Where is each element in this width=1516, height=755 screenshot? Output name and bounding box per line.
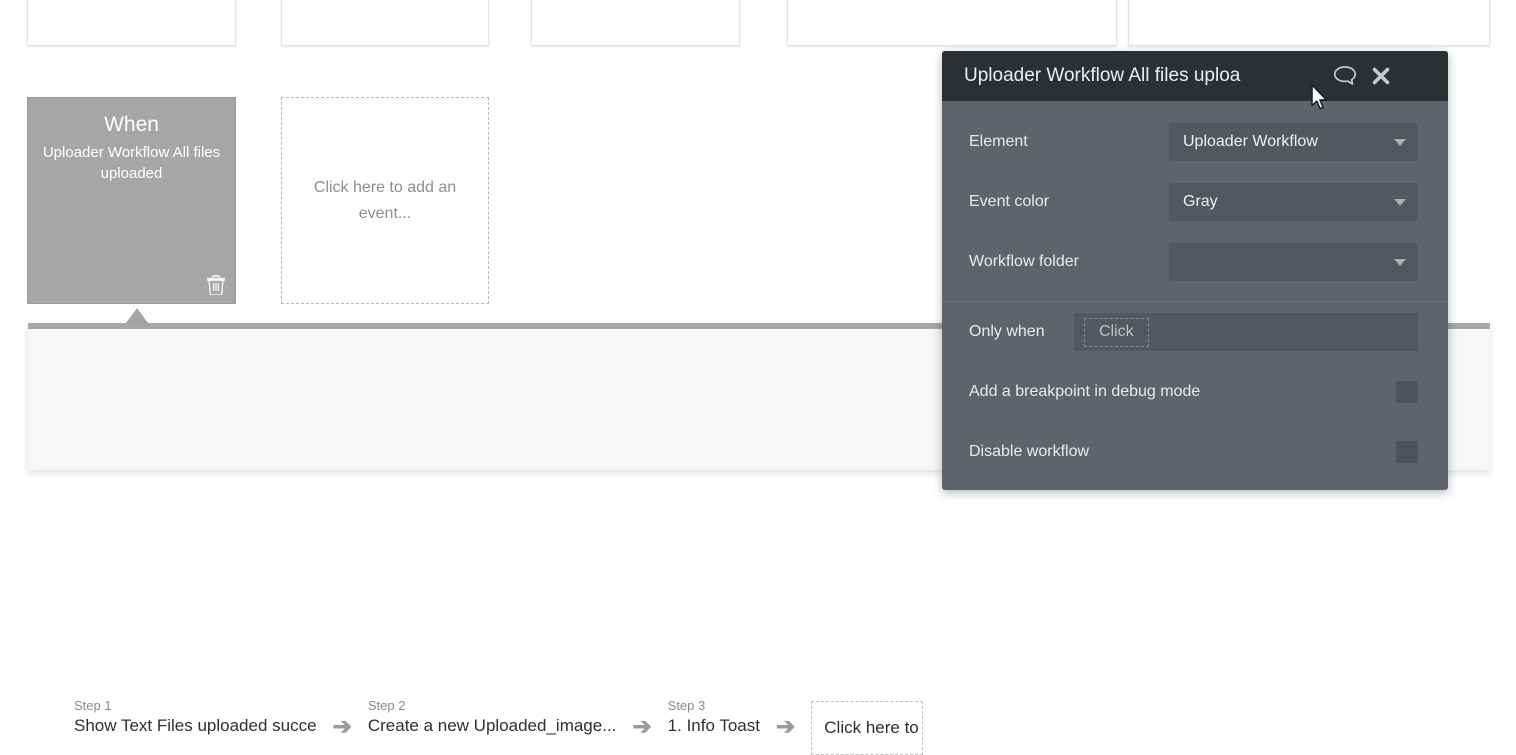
trash-icon[interactable]	[207, 275, 225, 296]
workflow-step-3[interactable]: Step 3 1. Info Toast	[668, 697, 760, 738]
event-color-label: Event color	[969, 193, 1050, 210]
when-event-card[interactable]: When Uploader Workflow All files uploade…	[27, 97, 236, 304]
workflow-folder-dropdown[interactable]	[1169, 243, 1418, 281]
add-event-card[interactable]: Click here to add an event...	[281, 97, 489, 304]
steps-panel-pointer	[126, 308, 148, 323]
element-dropdown-value: Uploader Workflow	[1183, 133, 1318, 150]
chevron-down-icon	[1394, 258, 1406, 266]
canvas-card-1[interactable]	[27, 0, 236, 46]
element-label: Element	[969, 133, 1028, 150]
step-3-text: 1. Info Toast	[667, 716, 760, 735]
step-2-text: Create a new Uploaded_image...	[367, 716, 617, 735]
canvas-card-5[interactable]	[1128, 0, 1490, 46]
chevron-down-icon	[1394, 138, 1406, 146]
add-event-label: Click here to add an event...	[313, 178, 457, 222]
breakpoint-label: Add a breakpoint in debug mode	[969, 383, 1201, 400]
step-arrow-icon: ➔	[632, 713, 652, 739]
property-panel-header[interactable]: Uploader Workflow All files uploa	[942, 51, 1448, 101]
breakpoint-checkbox[interactable]	[1396, 381, 1418, 403]
canvas-card-4[interactable]	[787, 0, 1117, 46]
disable-workflow-checkbox[interactable]	[1396, 441, 1418, 463]
chevron-down-icon	[1394, 198, 1406, 206]
workflow-folder-label: Workflow folder	[969, 253, 1079, 270]
property-editor-panel: Uploader Workflow All files uploa Elemen…	[942, 51, 1448, 490]
event-color-dropdown[interactable]: Gray	[1169, 183, 1418, 221]
add-action-box[interactable]: Click here to add an action...	[811, 701, 924, 755]
add-action-label: Click here to add an action...	[824, 718, 922, 737]
step-1-text: Show Text Files uploaded succe	[74, 716, 317, 735]
step-arrow-icon: ➔	[332, 713, 352, 739]
disable-workflow-label: Disable workflow	[969, 443, 1090, 460]
event-color-dropdown-value: Gray	[1183, 193, 1218, 210]
element-dropdown[interactable]: Uploader Workflow	[1169, 123, 1418, 161]
step-arrow-icon: ➔	[775, 713, 796, 739]
step-3-label: Step 3	[667, 698, 706, 713]
property-row-workflow-folder: Workflow folder	[942, 232, 1448, 292]
close-icon[interactable]	[1371, 66, 1391, 86]
property-row-element: Element Uploader Workflow	[942, 112, 1448, 172]
workflow-step-2[interactable]: Step 2 Create a new Uploaded_image...	[368, 697, 617, 738]
step-2-label: Step 2	[367, 698, 406, 713]
property-row-event-color: Event color Gray	[942, 172, 1448, 232]
canvas-card-3[interactable]	[531, 0, 740, 46]
only-when-input[interactable]: Click	[1074, 313, 1418, 351]
workflow-step-1[interactable]: Step 1 Show Text Files uploaded succe	[74, 697, 317, 738]
comment-bubble-icon[interactable]	[1333, 65, 1357, 87]
canvas-card-2[interactable]	[281, 0, 489, 46]
when-card-title: When	[104, 113, 159, 136]
property-row-breakpoint: Add a breakpoint in debug mode	[942, 362, 1448, 422]
only-when-label: Only when	[969, 323, 1045, 340]
property-panel-body: Element Uploader Workflow Event color Gr…	[942, 112, 1448, 482]
property-row-disable-workflow: Disable workflow	[942, 422, 1448, 482]
when-card-subtitle: Uploader Workflow All files uploaded	[42, 144, 221, 182]
only-when-placeholder: Click	[1084, 317, 1149, 347]
property-row-only-when: Only when Click	[942, 302, 1448, 362]
property-panel-title: Uploader Workflow All files uploa	[964, 65, 1241, 86]
step-1-label: Step 1	[74, 698, 112, 713]
steps-row: Step 1 Show Text Files uploaded succe ➔ …	[74, 697, 924, 755]
